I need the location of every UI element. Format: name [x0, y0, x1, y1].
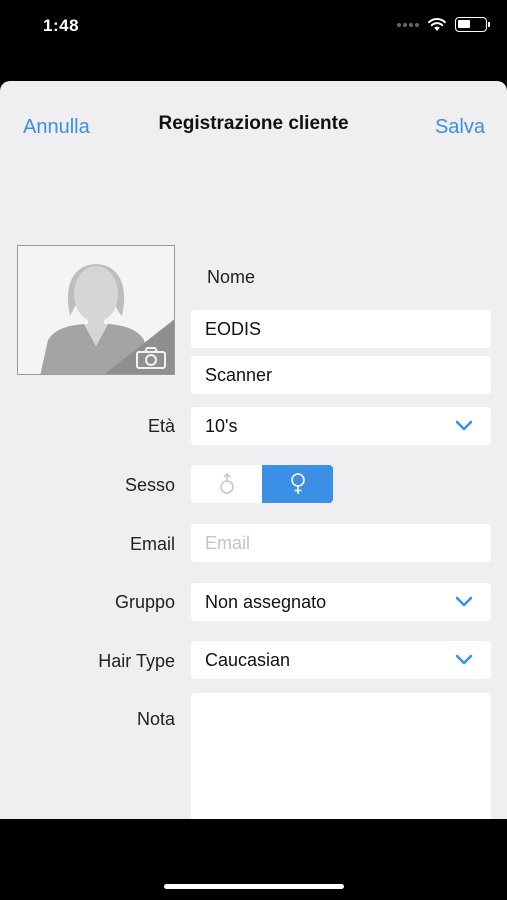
name-label: Nome [207, 267, 256, 287]
page-title: Registrazione cliente [158, 113, 349, 134]
email-placeholder: Email [205, 533, 251, 553]
male-option[interactable] [191, 465, 262, 503]
status-time: 1:48 [43, 16, 80, 35]
registration-sheet: Annulla Registrazione cliente Salva Nome [0, 81, 507, 819]
status-icons [397, 17, 490, 32]
photo-picker[interactable] [17, 245, 175, 375]
home-indicator[interactable] [164, 884, 344, 889]
last-name-value: Scanner [205, 365, 273, 385]
hair-type-select[interactable]: Caucasian [191, 641, 491, 679]
email-label: Email [129, 534, 175, 554]
save-button[interactable]: Salva [435, 116, 485, 139]
status-bar: 1:48 [0, 0, 507, 55]
age-label: Età [147, 416, 175, 436]
group-label: Gruppo [114, 592, 175, 612]
hair-type-value: Caucasian [205, 650, 291, 670]
male-icon [219, 473, 234, 494]
age-select[interactable]: 10's [191, 407, 491, 445]
female-icon [290, 473, 305, 494]
first-name-value: EODIS [205, 319, 262, 339]
age-value: 10's [205, 416, 238, 436]
first-name-field[interactable]: EODIS [191, 310, 491, 348]
note-textarea[interactable] [191, 693, 491, 819]
hair-type-label: Hair Type [98, 651, 175, 671]
wifi-icon [428, 18, 446, 31]
email-field[interactable]: Email [191, 524, 491, 562]
chevron-down-icon [455, 420, 473, 431]
chevron-down-icon [455, 654, 473, 665]
group-value: Non assegnato [205, 592, 327, 612]
camera-icon [136, 347, 166, 369]
note-label: Nota [136, 709, 175, 729]
last-name-field[interactable]: Scanner [191, 356, 491, 394]
battery-icon [455, 17, 490, 32]
chevron-down-icon [455, 596, 473, 607]
sex-segmented-control [191, 465, 333, 503]
group-select[interactable]: Non assegnato [191, 583, 491, 621]
signal-icon [397, 22, 419, 27]
nav-bar: Annulla Registrazione cliente Salva [0, 81, 507, 171]
female-option[interactable] [262, 465, 333, 503]
sex-label: Sesso [124, 475, 175, 495]
